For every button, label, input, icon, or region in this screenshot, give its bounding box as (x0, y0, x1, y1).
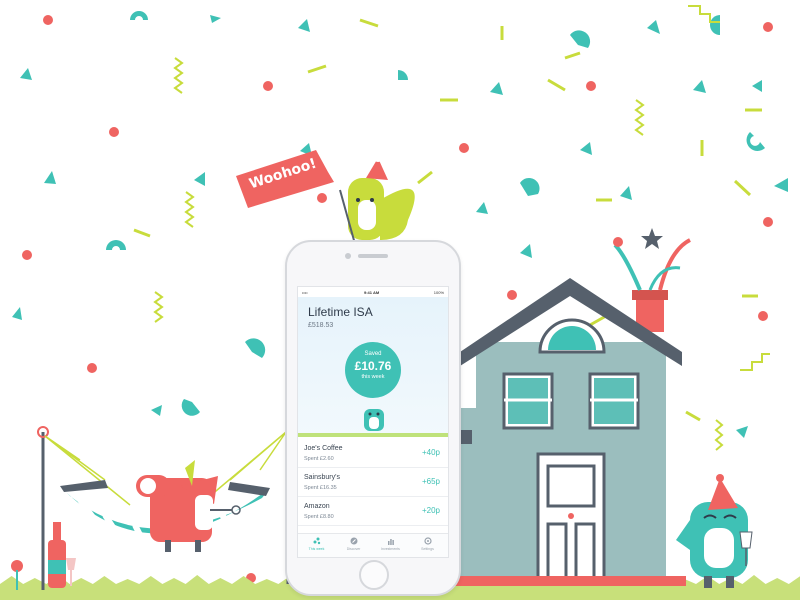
saved-label: Saved (364, 351, 382, 357)
transaction-row[interactable]: Sainsbury's Spent £16.35 +65p (298, 468, 448, 497)
phone-speaker (358, 254, 388, 258)
transaction-merchant: Joe's Coffee (304, 445, 343, 452)
tab-label: This week (308, 547, 325, 551)
transaction-roundup: +40p (421, 448, 440, 457)
account-summary: Lifetime ISA £518.53 Saved £10.76 this w… (298, 297, 448, 437)
tab-this-week[interactable]: This week (298, 536, 335, 556)
squirrel-character (339, 154, 415, 245)
transaction-spent: Spent £2.60 (304, 456, 334, 462)
transaction-roundup: +20p (421, 506, 440, 515)
account-balance: £518.53 (308, 322, 334, 329)
screen-grass (298, 433, 448, 437)
transaction-row[interactable]: Joe's Coffee Spent £2.60 +40p (298, 439, 448, 468)
tab-label: Investments (381, 547, 400, 551)
account-title: Lifetime ISA (308, 305, 373, 319)
bar-chart-icon (387, 539, 394, 545)
wine-bottle (48, 522, 76, 588)
gear-icon (423, 537, 432, 545)
phone: •••• 9:41 AM 100% Lifetime ISA £518.53 S… (285, 240, 461, 596)
saved-this-week-badge[interactable]: Saved £10.76 this week (345, 342, 401, 398)
carrier-signal: •••• (302, 290, 308, 295)
fox-character (136, 460, 241, 552)
transaction-merchant: Amazon (304, 503, 330, 510)
fireworks (613, 228, 692, 291)
transaction-row[interactable]: Amazon Spent £8.80 +20p (298, 497, 448, 526)
transaction-merchant: Sainsbury's (304, 474, 340, 481)
tab-discover[interactable]: Discover (335, 536, 372, 556)
transaction-roundup: +65p (421, 477, 440, 486)
status-bar: •••• 9:41 AM 100% (298, 287, 448, 297)
battery-level: 100% (433, 290, 444, 295)
tab-settings[interactable]: Settings (409, 536, 446, 556)
tab-label: Settings (421, 547, 434, 551)
tab-investments[interactable]: Investments (372, 536, 409, 556)
home-button[interactable] (359, 560, 389, 590)
phone-camera (345, 253, 351, 259)
dots-icon (313, 537, 320, 545)
transaction-spent: Spent £8.80 (304, 514, 334, 520)
transaction-spent: Spent £16.35 (304, 485, 337, 491)
house (450, 278, 686, 586)
owl-mascot-icon (364, 409, 384, 431)
status-time: 9:41 AM (364, 290, 380, 295)
saved-period: this week (361, 374, 385, 380)
saved-amount: £10.76 (354, 359, 392, 373)
transaction-list: Joe's Coffee Spent £2.60 +40p Sainsbury'… (298, 439, 448, 526)
tab-bar: This week Discover Investments Settings (298, 533, 448, 557)
app-screen: •••• 9:41 AM 100% Lifetime ISA £518.53 S… (297, 286, 449, 558)
tab-label: Discover (346, 547, 361, 551)
owl-character (676, 474, 753, 588)
compass-icon (350, 537, 357, 545)
